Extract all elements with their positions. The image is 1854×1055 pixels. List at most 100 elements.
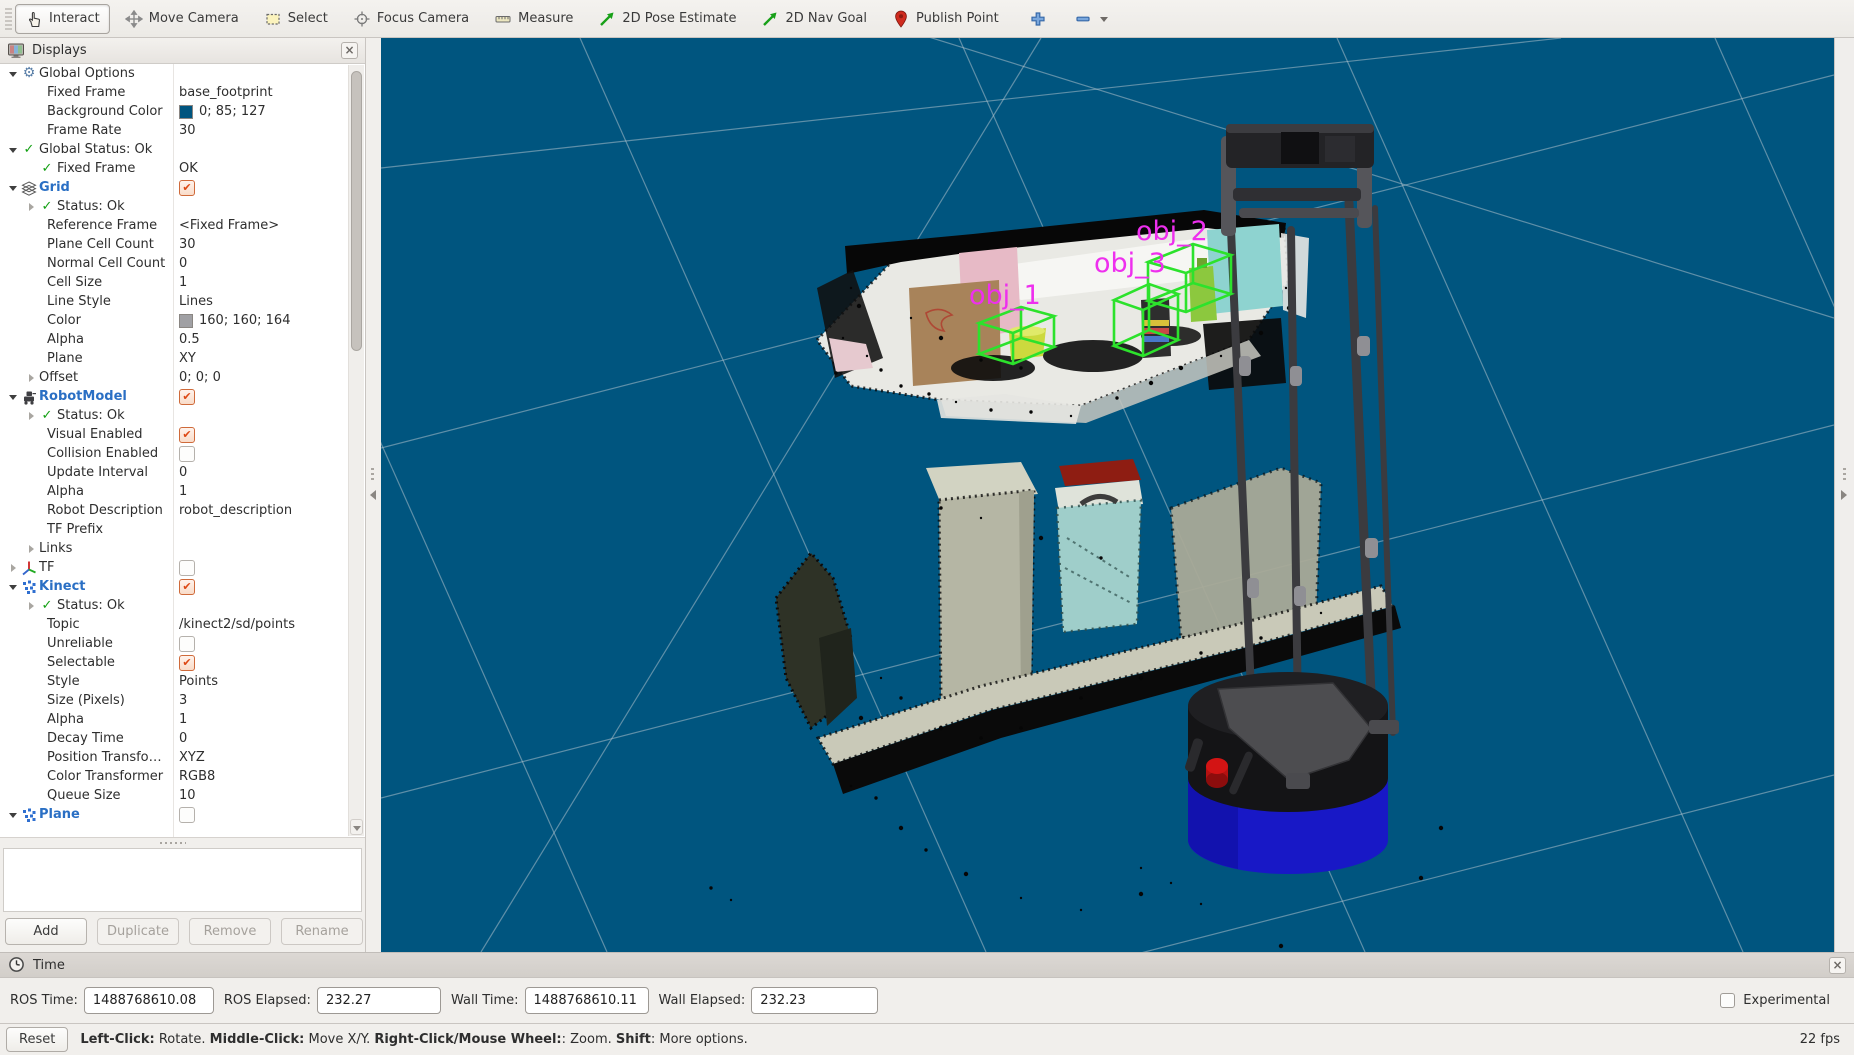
chevron-down-icon[interactable] [1100,17,1108,22]
expander-closed-icon[interactable] [26,197,38,216]
tree-row-global-status-ok[interactable]: ✓Global Status: Ok [0,140,365,159]
tree-row-queue-size[interactable]: Queue Size10 [0,786,365,805]
tree-row-color[interactable]: Color160; 160; 164 [0,311,365,330]
tree-row-visual-enabled[interactable]: Visual Enabled✔ [0,425,365,444]
remove-button[interactable]: Remove [189,918,271,945]
tree-row-style[interactable]: StylePoints [0,672,365,691]
tree-row-position-transfo[interactable]: Position Transfo…XYZ [0,748,365,767]
time-field-input-ros-elapsed[interactable] [317,987,441,1014]
tree-row-global-options[interactable]: ⚙Global Options [0,64,365,83]
expander-open-icon[interactable] [8,64,20,83]
tree-row-tf-prefix[interactable]: TF Prefix [0,520,365,539]
tree-row-background-color[interactable]: Background Color0; 85; 127 [0,102,365,121]
tree-row-alpha[interactable]: Alpha0.5 [0,330,365,349]
duplicate-button[interactable]: Duplicate [97,918,179,945]
scrollbar-thumb[interactable] [351,71,362,351]
time-close-icon[interactable]: × [1829,957,1846,974]
tree-row-topic[interactable]: Topic/kinect2/sd/points [0,615,365,634]
tree-row-value[interactable]: base_footprint [179,85,273,100]
viewport-3d[interactable]: obj_1 obj_2 obj_3 [381,38,1854,952]
tool-focus-camera[interactable]: Focus Camera [343,4,479,34]
checkbox-checked[interactable]: ✔ [179,579,195,595]
tree-row-alpha[interactable]: Alpha1 [0,710,365,729]
tree-row-status-ok[interactable]: ✓Status: Ok [0,197,365,216]
expander-open-icon[interactable] [8,577,20,596]
tree-row-value[interactable]: Lines [179,294,213,309]
tree-row-decay-time[interactable]: Decay Time0 [0,729,365,748]
rename-button[interactable]: Rename [281,918,363,945]
color-swatch[interactable] [179,105,193,119]
gutter-grip[interactable] [371,468,374,482]
tree-row-grid[interactable]: Grid✔ [0,178,365,197]
tree-row-value[interactable]: 1 [179,712,187,727]
tree-row-tf[interactable]: TF [0,558,365,577]
expander-closed-icon[interactable] [26,368,38,387]
time-field-input-wall-elapsed[interactable] [751,987,878,1014]
tree-row-alpha[interactable]: Alpha1 [0,482,365,501]
checkbox-unchecked[interactable] [179,446,195,462]
tree-row-value[interactable]: 1 [179,484,187,499]
tree-row-size-pixels[interactable]: Size (Pixels)3 [0,691,365,710]
gutter-grip[interactable] [1843,468,1846,482]
tree-row-value[interactable]: 160; 160; 164 [199,313,290,328]
checkbox-unchecked[interactable] [179,560,195,576]
checkbox-unchecked[interactable] [179,636,195,652]
color-swatch[interactable] [179,314,193,328]
tree-row-links[interactable]: Links [0,539,365,558]
tool-move-camera[interactable]: Move Camera [115,4,249,34]
tree-row-value[interactable]: /kinect2/sd/points [179,617,295,632]
expander-closed-icon[interactable] [26,406,38,425]
tree-row-cell-size[interactable]: Cell Size1 [0,273,365,292]
checkbox-checked[interactable]: ✔ [179,655,195,671]
tree-row-normal-cell-count[interactable]: Normal Cell Count0 [0,254,365,273]
tree-row-fixed-frame[interactable]: ✓Fixed FrameOK [0,159,365,178]
tree-row-status-ok[interactable]: ✓Status: Ok [0,596,365,615]
tree-row-plane[interactable]: Plane [0,805,365,824]
tree-row-plane[interactable]: PlaneXY [0,349,365,368]
tree-row-value[interactable]: 10 [179,788,196,803]
tree-row-offset[interactable]: Offset0; 0; 0 [0,368,365,387]
tree-row-fixed-frame[interactable]: Fixed Framebase_footprint [0,83,365,102]
tree-row-value[interactable]: 3 [179,693,187,708]
checkbox-checked[interactable]: ✔ [179,180,195,196]
tree-row-value[interactable]: <Fixed Frame> [179,218,279,233]
tree-row-color-transformer[interactable]: Color TransformerRGB8 [0,767,365,786]
expander-closed-icon[interactable] [26,596,38,615]
displays-close-icon[interactable]: × [341,42,358,59]
tree-row-selectable[interactable]: Selectable✔ [0,653,365,672]
expander-open-icon[interactable] [8,805,20,824]
tool-measure[interactable]: Measure [484,4,583,34]
tree-row-value[interactable]: 1 [179,275,187,290]
tree-row-value[interactable]: XYZ [179,750,205,765]
expander-closed-icon[interactable] [8,558,20,577]
experimental-checkbox[interactable] [1720,993,1735,1008]
tree-row-kinect[interactable]: Kinect✔ [0,577,365,596]
checkbox-checked[interactable]: ✔ [179,427,195,443]
tree-row-plane-cell-count[interactable]: Plane Cell Count30 [0,235,365,254]
tree-row-unreliable[interactable]: Unreliable [0,634,365,653]
reset-button[interactable]: Reset [6,1027,68,1052]
tree-row-value[interactable]: OK [179,161,198,176]
collapse-left-icon[interactable] [370,490,376,500]
time-field-input-wall-time[interactable] [525,987,649,1014]
tree-row-reference-frame[interactable]: Reference Frame<Fixed Frame> [0,216,365,235]
tree-row-value[interactable]: 0 [179,465,187,480]
tree-row-value[interactable]: XY [179,351,196,366]
tree-row-value[interactable]: 30 [179,237,196,252]
tool-select[interactable]: Select [254,4,338,34]
tree-row-frame-rate[interactable]: Frame Rate30 [0,121,365,140]
collapse-right-icon[interactable] [1841,490,1847,500]
tree-row-status-ok[interactable]: ✓Status: Ok [0,406,365,425]
tree-row-value[interactable]: 0 [179,256,187,271]
scrollbar-down-button[interactable] [350,819,363,835]
tool-2d-nav-goal[interactable]: 2D Nav Goal [751,4,877,34]
tree-row-value[interactable]: 30 [179,123,196,138]
tree-row-value[interactable]: 0; 0; 0 [179,370,221,385]
tree-row-robot-description[interactable]: Robot Descriptionrobot_description [0,501,365,520]
add-tool-button[interactable] [1022,4,1054,34]
tree-row-value[interactable]: 0; 85; 127 [199,104,266,119]
expander-open-icon[interactable] [8,178,20,197]
expander-closed-icon[interactable] [26,539,38,558]
expander-open-icon[interactable] [8,387,20,406]
tool-interact[interactable]: Interact [15,4,110,34]
